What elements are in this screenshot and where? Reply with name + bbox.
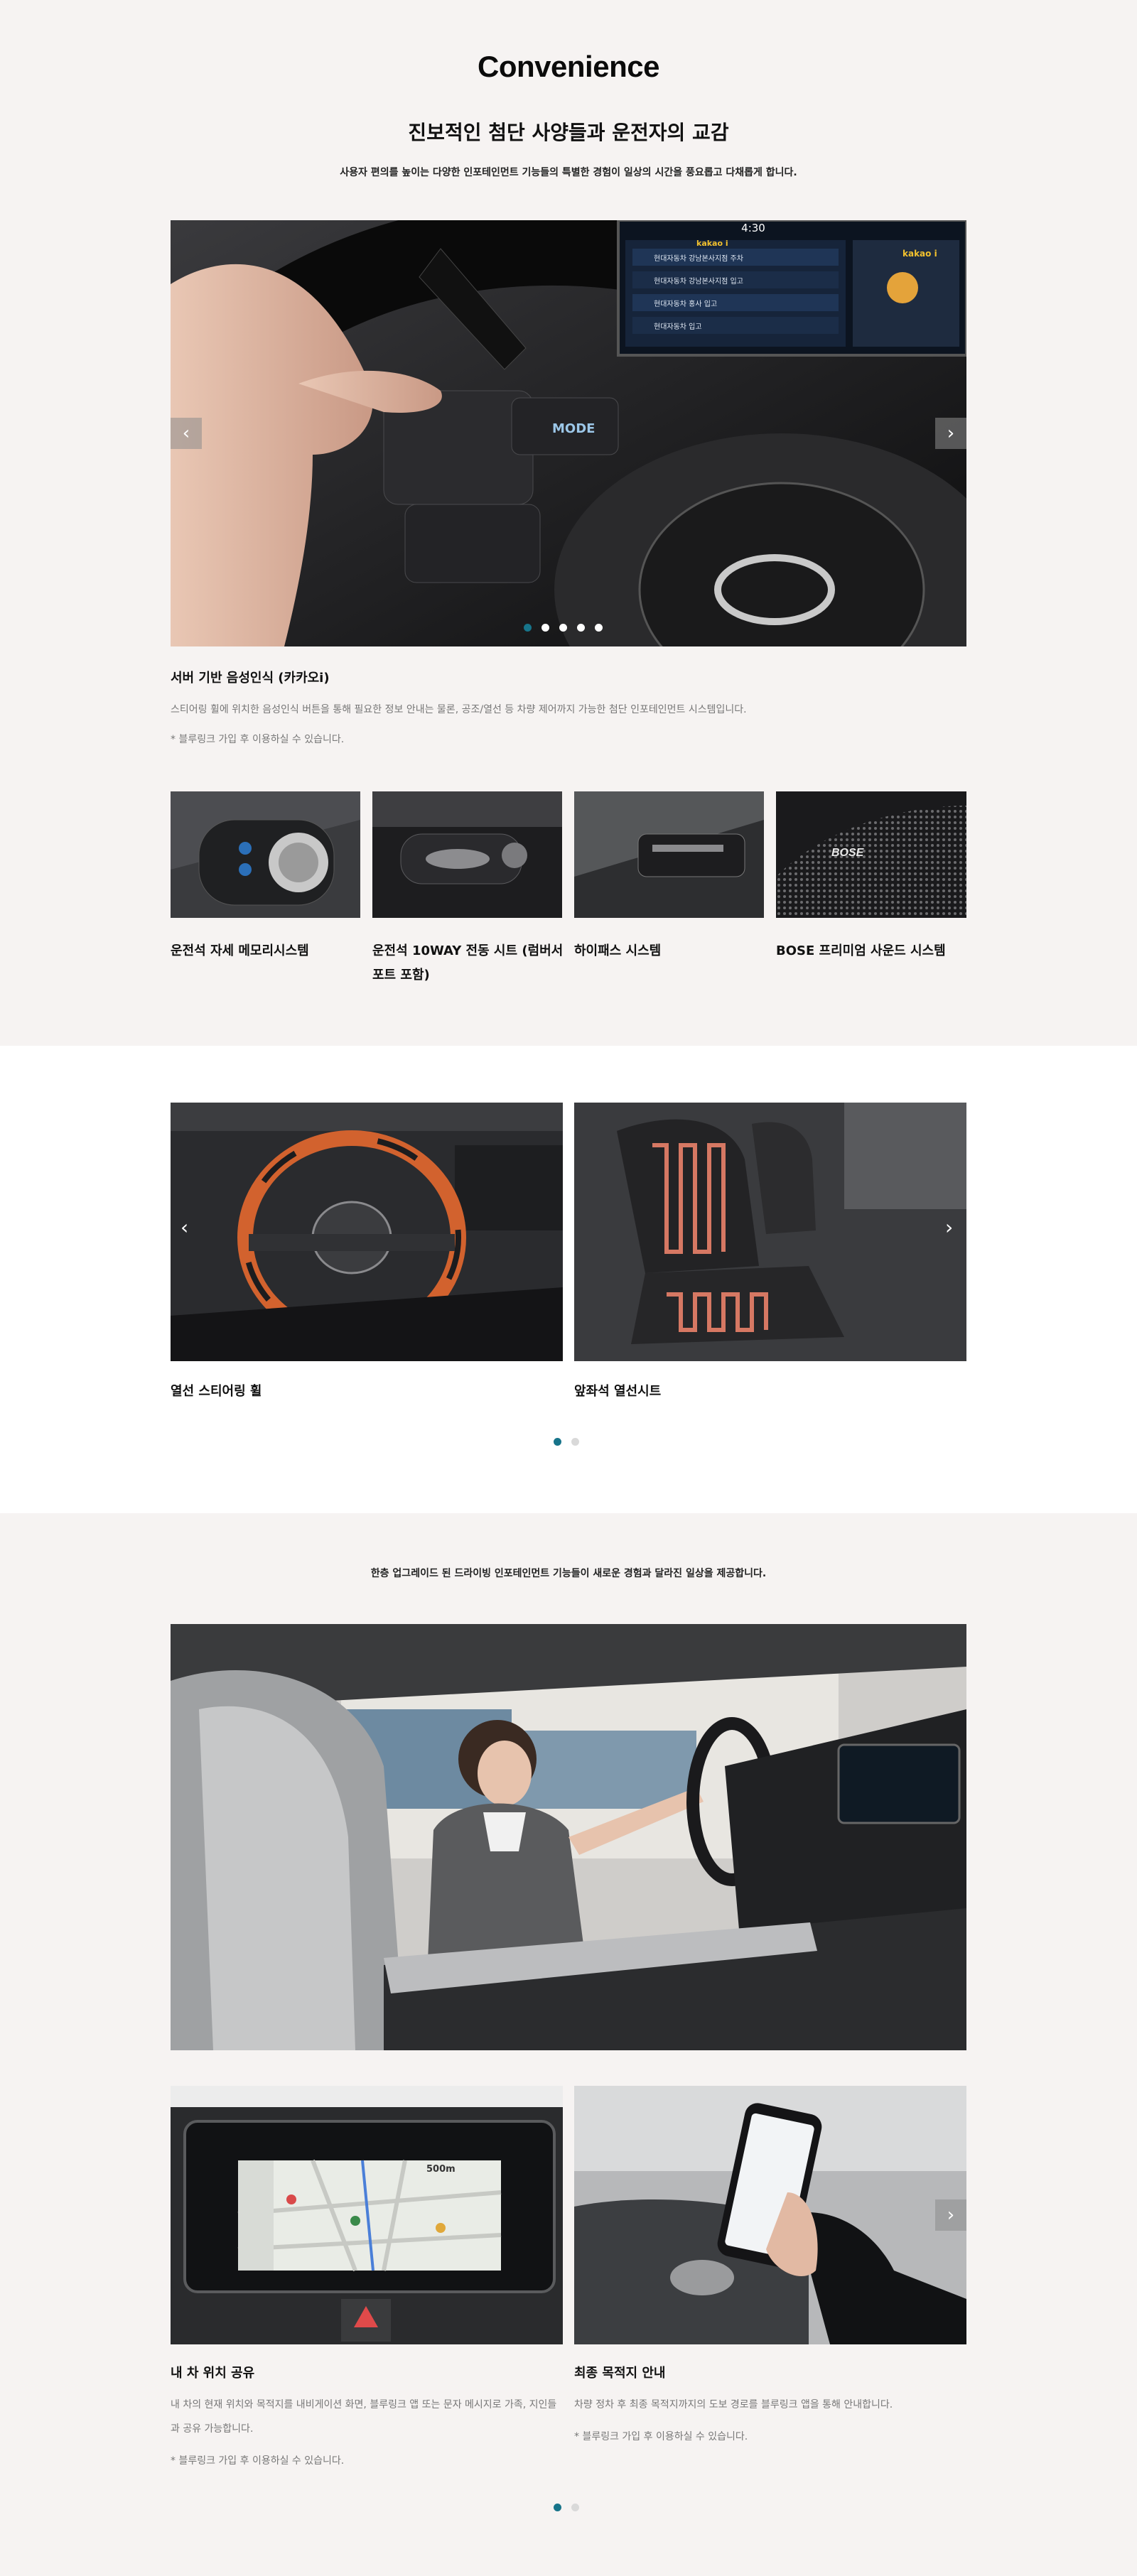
feature-title: 서버 기반 음성인식 (카카오i): [171, 671, 330, 686]
hipass-thumbnail[interactable]: [574, 791, 764, 918]
screen-time: 4:30: [741, 222, 765, 234]
slider-prev-button[interactable]: ‹: [171, 418, 202, 449]
infotainment-pagination: [554, 2504, 579, 2511]
navigation-screen-illustration: [171, 2086, 563, 2344]
chevron-right-icon: ›: [947, 423, 955, 444]
convenience-section: Convenience 진보적인 첨단 사양들과 운전자의 교감 사용자 편의를…: [0, 0, 1137, 1046]
chevron-left-icon: ‹: [182, 423, 190, 444]
steering-mode-label: MODE: [552, 421, 596, 436]
slider-dot-3[interactable]: [559, 624, 567, 632]
hipass-mirror-illustration: [574, 791, 764, 918]
screen-brand-right: kakao i: [902, 249, 937, 259]
car-location-title: 내 차 위치 공유: [171, 2366, 255, 2381]
heating-dot-2[interactable]: [571, 1438, 579, 1446]
driver-interior-image: [171, 1624, 966, 2050]
screen-brand: kakao i: [696, 239, 728, 248]
heating-section: ‹ › 열선 스티어링 휠 앞좌석 열선시트: [0, 1046, 1137, 1513]
section-title: Convenience: [478, 50, 659, 83]
thumbnail-label-memory: 운전석 자세 메모리시스템: [171, 943, 309, 958]
chevron-right-icon: ›: [947, 2204, 955, 2226]
infotainment-next-button[interactable]: ›: [935, 2199, 966, 2231]
final-destination-description: 차량 정차 후 최종 목적지까지의 도보 경로를 블루링크 앱을 통해 안내합니…: [574, 2399, 893, 2410]
heating-prev-button[interactable]: ‹: [180, 1218, 188, 1238]
feature-description: 스티어링 휠에 위치한 음성인식 버튼을 통해 필요한 정보 안내는 물론, 공…: [171, 704, 747, 715]
power-seat-thumbnail[interactable]: [372, 791, 562, 918]
nav-distance: 500m: [426, 2164, 456, 2175]
slider-next-button[interactable]: ›: [935, 418, 966, 449]
infotainment-dot-1[interactable]: [554, 2504, 561, 2511]
slider-dot-5[interactable]: [595, 624, 603, 632]
car-location-share-image[interactable]: 500m: [171, 2086, 563, 2344]
section-description: 사용자 편의를 높이는 다양한 인포테인먼트 기능들의 특별한 경험이 일상의 …: [340, 167, 797, 178]
thumbnail-label-power-seat: 운전석 10WAY 전동 시트 (럼버서: [372, 943, 564, 958]
final-destination-image[interactable]: ›: [574, 2086, 966, 2344]
final-destination-title: 최종 목적지 안내: [574, 2366, 666, 2381]
heated-steering-illustration: [171, 1103, 563, 1361]
screen-item-2: 현대자동차 강남본사지점 입고: [654, 278, 743, 286]
heated-steering-label: 열선 스티어링 휠: [171, 1384, 262, 1399]
final-destination-note: * 블루링크 가입 후 이용하실 수 있습니다.: [574, 2431, 748, 2442]
thumbnail-label-bose: BOSE 프리미엄 사운드 시스템: [776, 943, 946, 958]
car-location-note: * 블루링크 가입 후 이용하실 수 있습니다.: [171, 2455, 345, 2467]
seat-switch-illustration: [372, 791, 562, 918]
slider-dot-2[interactable]: [541, 624, 549, 632]
screen-item-3: 현대자동차 홍사 입고: [654, 301, 718, 308]
screen-item-1: 현대자동차 강남본사지점 주차: [654, 255, 743, 263]
infotainment-description: 한층 업그레이드 된 드라이빙 인포테인먼트 기능들이 새로운 경험과 달라진 …: [370, 1568, 767, 1579]
infotainment-dot-2[interactable]: [571, 2504, 579, 2511]
heated-seat-label: 앞좌석 열선시트: [574, 1384, 662, 1399]
car-location-description-line2: 과 공유 가능합니다.: [171, 2423, 254, 2435]
thumbnail-label-power-seat-line2: 포트 포함): [372, 968, 430, 983]
chevron-right-icon: ›: [945, 1216, 954, 1239]
car-location-description-line1: 내 차의 현재 위치와 목적지를 내비게이션 화면, 블루링크 앱 또는 문자 …: [171, 2399, 557, 2410]
heated-seat-image[interactable]: ›: [574, 1103, 966, 1361]
driver-interior-illustration: [171, 1624, 966, 2050]
heated-steering-wheel-image[interactable]: ‹: [171, 1103, 563, 1361]
chevron-left-icon: ‹: [180, 1216, 189, 1239]
screen-item-4: 현대자동차 입고: [654, 323, 702, 331]
bose-logo: BOSE: [831, 847, 864, 859]
heating-dot-1[interactable]: [554, 1438, 561, 1446]
bose-speaker-illustration: [776, 791, 966, 918]
thumbnail-label-hipass: 하이패스 시스템: [574, 943, 662, 958]
slider-dot-4[interactable]: [577, 624, 585, 632]
heated-seat-illustration: [574, 1103, 966, 1361]
memory-button-illustration: [171, 791, 360, 918]
section-subtitle: 진보적인 첨단 사양들과 운전자의 교감: [408, 121, 729, 144]
infotainment-section: 한층 업그레이드 된 드라이빙 인포테인먼트 기능들이 새로운 경험과 달라진 …: [0, 1513, 1137, 2576]
voice-recognition-image: 4:30 kakao i kakao i 현대자동차 강남본사지점 주차 현대자…: [171, 220, 966, 646]
feature-note: * 블루링크 가입 후 이용하실 수 있습니다.: [171, 734, 345, 745]
slider-dot-1[interactable]: [524, 624, 532, 632]
phone-in-hand-illustration: [574, 2086, 966, 2344]
heating-pagination: [554, 1438, 579, 1446]
memory-system-thumbnail[interactable]: [171, 791, 360, 918]
slider-pagination: [524, 624, 603, 632]
bose-thumbnail[interactable]: BOSE: [776, 791, 966, 918]
heating-next-button[interactable]: ›: [945, 1218, 953, 1238]
